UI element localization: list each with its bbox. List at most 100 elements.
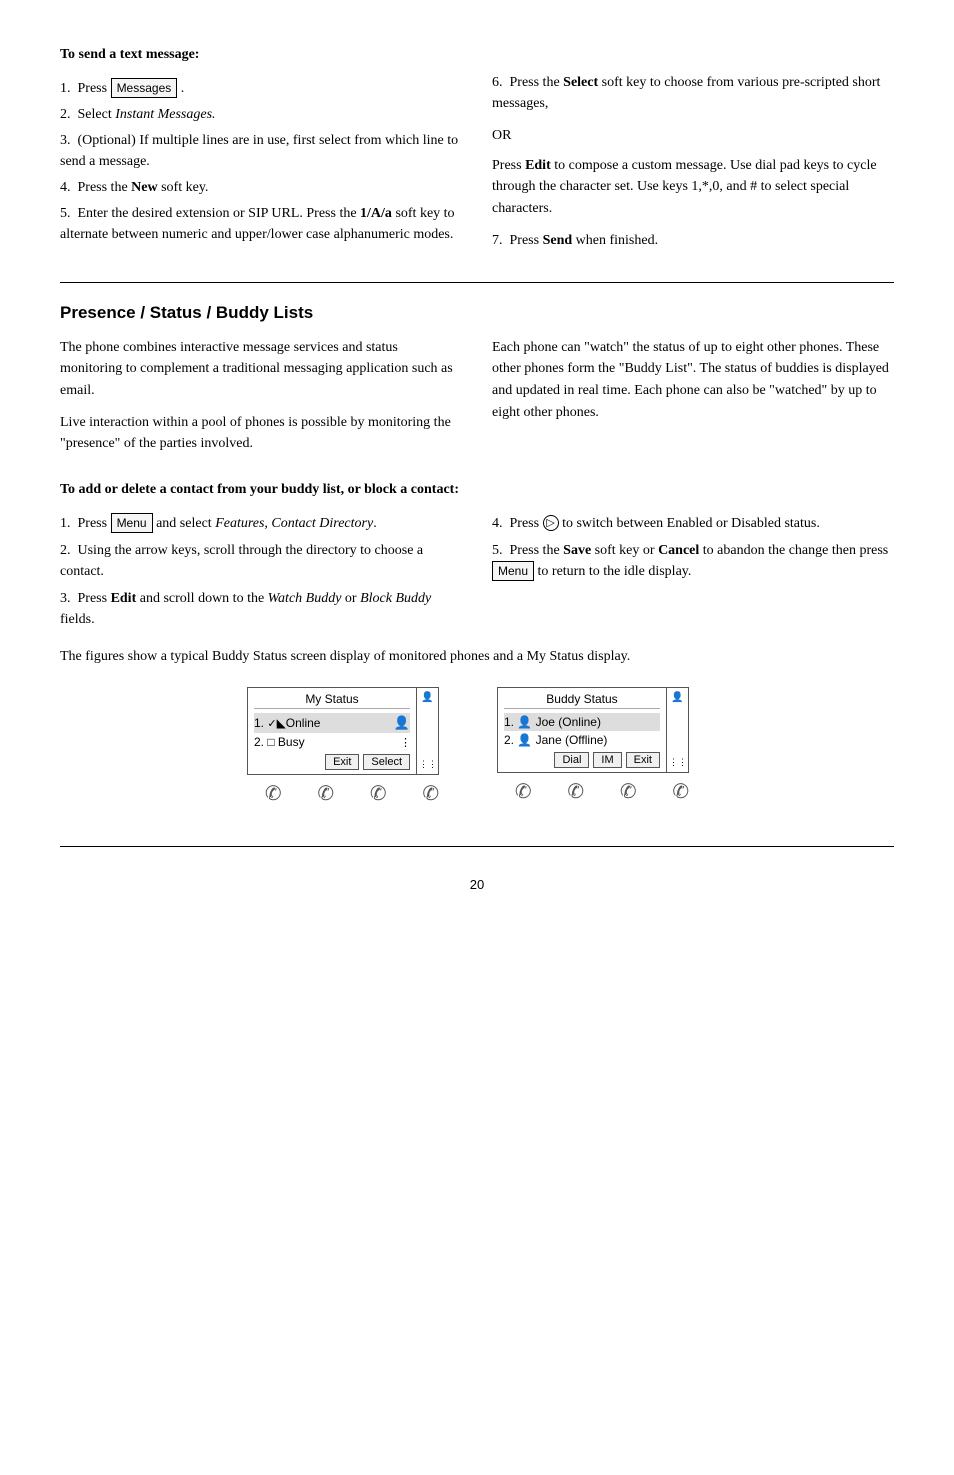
buddy-status-softkeys: Dial IM Exit: [504, 752, 660, 768]
my-status-icon-right-1: 👤: [394, 715, 410, 731]
edit-bold-2: Edit: [111, 591, 137, 606]
edit-bold-1: Edit: [525, 158, 551, 173]
my-status-title: My Status: [254, 692, 410, 709]
exit-softkey-2: Exit: [626, 752, 660, 768]
buddy-status-title: Buddy Status: [504, 692, 660, 709]
buddy-status-phone-base: ✆ ✆ ✆ ✆: [497, 779, 707, 804]
phone-mockups-row: My Status 1. ✓◣Online 👤 2. □ Busy ⋮ Exit…: [60, 687, 894, 806]
buddy-step-1b: and select Features, Contact Directory.: [153, 516, 377, 531]
messages-key: Messages: [111, 78, 178, 98]
buddy-handset-right-1: ✆: [620, 779, 637, 804]
text-message-heading: To send a text message:: [60, 44, 894, 66]
send-bold: Send: [543, 233, 573, 248]
block-buddy-italic: Block Buddy: [360, 591, 431, 606]
buddy-line-2-content: 2. 👤 Jane (Offline): [504, 733, 607, 747]
step-7-text: 7. Press Send when finished.: [492, 230, 894, 252]
buddy-right-list: 4. Press ▷ to switch between Enabled or …: [492, 513, 894, 582]
buddy-handset-right-2: ✆: [672, 779, 689, 804]
my-status-screen: My Status 1. ✓◣Online 👤 2. □ Busy ⋮ Exit…: [247, 687, 417, 775]
presence-section: Presence / Status / Buddy Lists The phon…: [60, 303, 894, 807]
divider-bottom: [60, 846, 894, 847]
exit-softkey-1: Exit: [325, 754, 359, 770]
checkmark-icon: ✓: [267, 718, 276, 730]
cancel-bold: Cancel: [658, 543, 699, 558]
step-3: 3. (Optional) If multiple lines are in u…: [60, 130, 462, 172]
my-status-line-1-content: 1. ✓◣Online: [254, 716, 320, 730]
features-italic: Features, Contact Directory: [215, 516, 373, 531]
buddy-step-3: 3. Press Edit and scroll down to the Wat…: [60, 588, 462, 630]
side-icon-person-2: 👤: [669, 692, 686, 703]
buddy-steps-cols: 1. Press Menu and select Features, Conta…: [60, 507, 894, 636]
new-bold: New: [131, 180, 157, 195]
step-4: 4. Press the New soft key.: [60, 177, 462, 198]
presence-right-para: Each phone can "watch" the status of up …: [492, 337, 894, 424]
buddy-status-line-1: 1. 👤 Joe (Online): [504, 713, 660, 731]
side-icon-person-1: 👤: [419, 692, 436, 703]
text-message-right: 6. Press the Select soft key to choose f…: [492, 72, 894, 262]
side-icon-grid-2: ⋮⋮: [669, 757, 686, 768]
buddy-step-2: 2. Using the arrow keys, scroll through …: [60, 540, 462, 582]
my-status-phone-base: ✆ ✆ ✆ ✆: [247, 781, 457, 806]
my-status-phone: My Status 1. ✓◣Online 👤 2. □ Busy ⋮ Exit…: [247, 687, 457, 806]
handset-left-2: ✆: [317, 781, 334, 806]
figures-text: The figures show a typical Buddy Status …: [60, 646, 894, 668]
1aa-bold: 1/A/a: [360, 206, 392, 221]
step-3-text: 3. (Optional) If multiple lines are in u…: [60, 133, 458, 169]
step-1: 1. Press Messages .: [60, 78, 462, 99]
im-softkey: IM: [593, 752, 621, 768]
step-1-num: 1. Press: [60, 81, 111, 96]
step-5: 5. Enter the desired extension or SIP UR…: [60, 203, 462, 245]
buddy-left-list: 1. Press Menu and select Features, Conta…: [60, 513, 462, 630]
buddy-status-screen-area: Buddy Status 1. 👤 Joe (Online) 2. 👤 Jane…: [497, 687, 707, 773]
presence-intro-cols: The phone combines interactive message s…: [60, 337, 894, 465]
step-1-end: .: [177, 81, 184, 96]
or-label: OR: [492, 125, 894, 147]
my-status-line-1: 1. ✓◣Online 👤: [254, 713, 410, 733]
side-icon-grid-1: ⋮⋮: [419, 759, 436, 770]
step-2-num: 2. Select: [60, 107, 115, 122]
step-5-text: 5. Enter the desired extension or SIP UR…: [60, 206, 455, 242]
buddy-right-steps: 4. Press ▷ to switch between Enabled or …: [492, 507, 894, 636]
circle-arrow-icon: ▷: [543, 515, 559, 531]
presence-para2: Live interaction within a pool of phones…: [60, 412, 462, 455]
select-bold: Select: [563, 75, 598, 90]
my-status-softkeys: Exit Select: [254, 754, 410, 770]
buddy-left-steps: 1. Press Menu and select Features, Conta…: [60, 507, 462, 636]
text-message-left: 1. Press Messages . 2. Select Instant Me…: [60, 72, 462, 262]
buddy-status-side-icons: 👤 ⋮⋮: [667, 687, 689, 773]
watch-buddy-italic: Watch Buddy: [268, 591, 342, 606]
buddy-list-heading: To add or delete a contact from your bud…: [60, 479, 894, 501]
presence-heading: Presence / Status / Buddy Lists: [60, 303, 894, 323]
step-6-text: 6. Press the Select soft key to choose f…: [492, 72, 894, 115]
buddy-handset-left-2: ✆: [567, 779, 584, 804]
buddy-step-5: 5. Press the Save soft key or Cancel to …: [492, 540, 894, 582]
presence-intro-right: Each phone can "watch" the status of up …: [492, 337, 894, 465]
buddy-step-1: 1. Press Menu and select Features, Conta…: [60, 513, 462, 534]
buddy-step-2-text: 2. Using the arrow keys, scroll through …: [60, 543, 423, 579]
left-steps-list: 1. Press Messages . 2. Select Instant Me…: [60, 78, 462, 245]
my-status-line-2: 2. □ Busy ⋮: [254, 733, 410, 751]
my-status-screen-area: My Status 1. ✓◣Online 👤 2. □ Busy ⋮ Exit…: [247, 687, 457, 775]
step-2: 2. Select Instant Messages.: [60, 104, 462, 125]
handset-right-1: ✆: [370, 781, 387, 806]
save-bold: Save: [563, 543, 591, 558]
divider-1: [60, 282, 894, 283]
handset-left-1: ✆: [265, 781, 282, 806]
menu-key-2: Menu: [492, 561, 534, 581]
my-status-line-2-content: 2. □ Busy: [254, 735, 305, 749]
buddy-handset-left-1: ✆: [515, 779, 532, 804]
text-message-section: To send a text message: 1. Press Message…: [60, 44, 894, 262]
step-2-italic: Instant Messages.: [115, 107, 215, 122]
buddy-status-line-2: 2. 👤 Jane (Offline): [504, 731, 660, 749]
step-4-text: 4. Press the New soft key.: [60, 180, 208, 195]
menu-key-1: Menu: [111, 513, 153, 533]
buddy-step-1-text: 1. Press: [60, 516, 111, 531]
presence-para1: The phone combines interactive message s…: [60, 337, 462, 402]
buddy-step-4: 4. Press ▷ to switch between Enabled or …: [492, 513, 894, 534]
handset-right-2: ✆: [422, 781, 439, 806]
text-message-columns: 1. Press Messages . 2. Select Instant Me…: [60, 72, 894, 262]
my-status-side-icons: 👤 ⋮⋮: [417, 687, 439, 775]
step-6b-text: Press Edit to compose a custom message. …: [492, 155, 894, 220]
my-status-grid-icon: ⋮: [400, 736, 410, 749]
page-number: 20: [60, 877, 894, 892]
